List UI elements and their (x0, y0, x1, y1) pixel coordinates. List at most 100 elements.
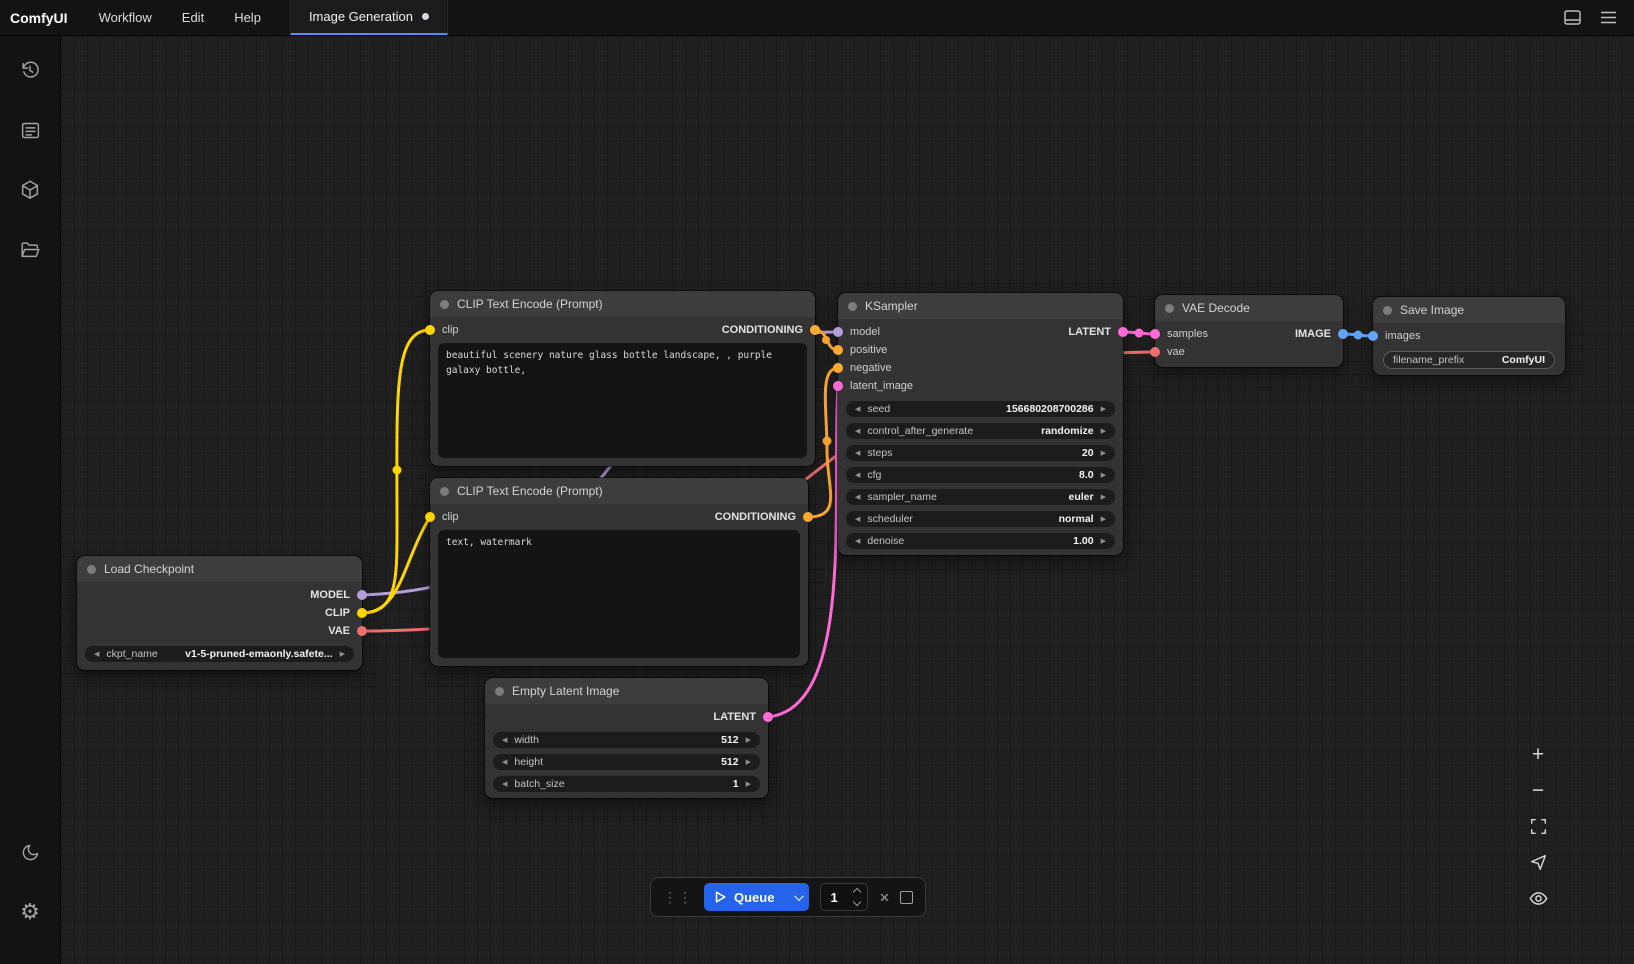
node-header[interactable]: KSampler (838, 293, 1123, 319)
tab-image-generation[interactable]: Image Generation (290, 0, 448, 35)
settings-button[interactable]: ⚙ (10, 892, 50, 932)
select-mode-button[interactable] (1525, 850, 1551, 874)
node-clip-text-encode-negative[interactable]: CLIP Text Encode (Prompt) clip CONDITION… (430, 478, 808, 666)
step-down-icon[interactable] (853, 898, 861, 906)
increment-arrow-icon[interactable] (746, 737, 751, 744)
widget-denoise[interactable]: denoise 1.00 (846, 533, 1115, 549)
collapse-dot-icon[interactable] (1165, 304, 1174, 313)
collapse-dot-icon[interactable] (440, 300, 449, 309)
drag-handle-icon[interactable]: ⋮⋮ (663, 889, 693, 906)
queue-options-dropdown[interactable] (785, 883, 809, 911)
prompt-textarea[interactable]: beautiful scenery nature glass bottle la… (438, 343, 807, 458)
output-port-conditioning[interactable] (803, 512, 813, 522)
collapse-dot-icon[interactable] (848, 302, 857, 311)
widget-scheduler[interactable]: scheduler normal (846, 511, 1115, 527)
decrement-arrow-icon[interactable] (502, 781, 507, 788)
widget-ckpt-name[interactable]: ckpt_name v1-5-pruned-emaonly.safete... (85, 646, 354, 662)
input-port-latent-image[interactable] (833, 381, 843, 391)
input-port-positive[interactable] (833, 345, 843, 355)
node-header[interactable]: CLIP Text Encode (Prompt) (430, 291, 815, 317)
node-save-image[interactable]: Save Image images filename_prefix ComfyU… (1373, 297, 1565, 375)
decrement-arrow-icon[interactable] (502, 759, 507, 766)
output-port-model[interactable] (357, 590, 367, 600)
decrement-arrow-icon[interactable] (502, 737, 507, 744)
prompt-textarea[interactable]: text, watermark (438, 530, 800, 658)
batch-count-input[interactable]: 1 (820, 883, 868, 911)
widget-seed[interactable]: seed 156680208700286 (846, 401, 1115, 417)
node-header[interactable]: Load Checkpoint (77, 556, 362, 582)
node-graph-canvas[interactable]: Load Checkpoint MODEL CLIP VAE ckpt_nam (61, 36, 1634, 964)
increment-arrow-icon[interactable] (1101, 516, 1106, 523)
output-port-clip[interactable] (357, 608, 367, 618)
increment-arrow-icon[interactable] (746, 759, 751, 766)
decrement-arrow-icon[interactable] (855, 406, 860, 413)
collapse-dot-icon[interactable] (87, 565, 96, 574)
widget-sampler-name[interactable]: sampler_name euler (846, 489, 1115, 505)
decrement-arrow-icon[interactable] (855, 472, 860, 479)
theme-toggle-button[interactable] (10, 832, 50, 872)
widget-height[interactable]: height 512 (493, 754, 760, 770)
node-header[interactable]: CLIP Text Encode (Prompt) (430, 478, 808, 504)
output-port-image[interactable] (1338, 329, 1348, 339)
menu-help[interactable]: Help (219, 0, 276, 35)
decrement-arrow-icon[interactable] (94, 651, 99, 658)
increment-arrow-icon[interactable] (1101, 494, 1106, 501)
collapse-dot-icon[interactable] (1383, 306, 1392, 315)
link-dot-positive[interactable] (822, 336, 830, 344)
toggle-link-visibility-button[interactable] (1525, 886, 1551, 910)
output-port-latent[interactable] (763, 712, 773, 722)
queue-button[interactable]: Queue (704, 883, 809, 911)
sidebar-node-library-button[interactable] (10, 110, 50, 150)
step-up-icon[interactable] (853, 888, 861, 896)
sidebar-workflows-button[interactable] (10, 230, 50, 270)
decrement-arrow-icon[interactable] (855, 538, 860, 545)
menu-edit[interactable]: Edit (167, 0, 219, 35)
input-port-clip[interactable] (425, 512, 435, 522)
increment-arrow-icon[interactable] (1101, 472, 1106, 479)
link-dot-latent[interactable] (1135, 329, 1144, 338)
sidebar-model-library-button[interactable] (10, 170, 50, 210)
link-dot-clip[interactable] (393, 466, 402, 475)
menu-workflow[interactable]: Workflow (84, 0, 167, 35)
decrement-arrow-icon[interactable] (855, 494, 860, 501)
node-empty-latent-image[interactable]: Empty Latent Image LATENT width 512 heig… (485, 678, 768, 798)
increment-arrow-icon[interactable] (1101, 406, 1106, 413)
input-port-negative[interactable] (833, 363, 843, 373)
increment-arrow-icon[interactable] (1101, 450, 1106, 457)
input-port-model[interactable] (833, 327, 843, 337)
widget-control-after-generate[interactable]: control_after_generate randomize (846, 423, 1115, 439)
widget-filename-prefix[interactable]: filename_prefix ComfyUI (1383, 351, 1555, 369)
widget-steps[interactable]: steps 20 (846, 445, 1115, 461)
node-header[interactable]: Save Image (1373, 297, 1565, 323)
input-port-images[interactable] (1368, 331, 1378, 341)
node-load-checkpoint[interactable]: Load Checkpoint MODEL CLIP VAE ckpt_nam (77, 556, 362, 670)
link-dot-negative[interactable] (823, 437, 832, 446)
increment-arrow-icon[interactable] (1101, 538, 1106, 545)
main-menu-button[interactable] (1594, 4, 1622, 32)
increment-arrow-icon[interactable] (340, 651, 345, 658)
input-port-vae[interactable] (1150, 347, 1160, 357)
collapse-dot-icon[interactable] (495, 687, 504, 696)
collapse-dot-icon[interactable] (440, 487, 449, 496)
zoom-in-button[interactable]: + (1525, 742, 1551, 766)
clear-queue-button[interactable]: × (879, 889, 889, 906)
increment-arrow-icon[interactable] (1101, 428, 1106, 435)
widget-width[interactable]: width 512 (493, 732, 760, 748)
widget-batch-size[interactable]: batch_size 1 (493, 776, 760, 792)
decrement-arrow-icon[interactable] (855, 516, 860, 523)
zoom-out-button[interactable]: − (1525, 778, 1551, 802)
input-port-samples[interactable] (1150, 329, 1160, 339)
output-port-vae[interactable] (357, 626, 367, 636)
decrement-arrow-icon[interactable] (855, 450, 860, 457)
queue-button-main[interactable]: Queue (704, 883, 785, 911)
output-port-latent[interactable] (1118, 327, 1128, 337)
node-ksampler[interactable]: KSampler model LATENT positive negative (838, 293, 1123, 555)
output-port-conditioning[interactable] (810, 325, 820, 335)
increment-arrow-icon[interactable] (746, 781, 751, 788)
link-dot-image[interactable] (1354, 331, 1363, 340)
fit-view-button[interactable] (1525, 814, 1551, 838)
node-header[interactable]: Empty Latent Image (485, 678, 768, 704)
stop-button[interactable] (900, 891, 913, 904)
node-header[interactable]: VAE Decode (1155, 295, 1343, 321)
node-clip-text-encode-positive[interactable]: CLIP Text Encode (Prompt) clip CONDITION… (430, 291, 815, 466)
